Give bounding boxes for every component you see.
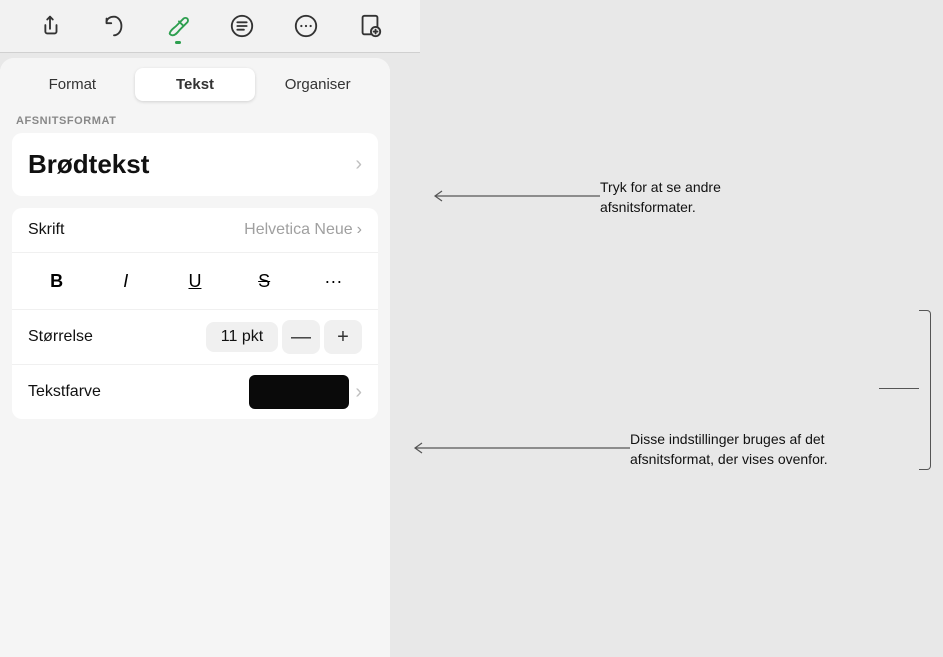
- callout1-text: Tryk for at se andre afsnitsformater.: [600, 178, 800, 217]
- font-label: Skrift: [28, 221, 64, 239]
- size-controls: 11 pkt — +: [206, 320, 362, 354]
- size-label: Størrelse: [28, 328, 93, 346]
- more-icon[interactable]: [290, 10, 322, 42]
- tab-bar: Format Tekst Organiser: [0, 58, 390, 101]
- settings-box: Skrift Helvetica Neue › B I U S ··· Stør…: [12, 208, 378, 419]
- strikethrough-button[interactable]: S: [246, 263, 282, 299]
- paragraph-format-box[interactable]: Brødtekst ›: [12, 133, 378, 196]
- settings-bracket: [919, 310, 931, 470]
- share-icon[interactable]: [34, 10, 66, 42]
- font-name: Helvetica Neue: [244, 221, 353, 239]
- size-row: Størrelse 11 pkt — +: [12, 310, 378, 365]
- side-panel: Format Tekst Organiser AFSNITSFORMAT Brø…: [0, 58, 390, 657]
- size-increase-button[interactable]: +: [324, 320, 362, 354]
- callout1-container: Tryk for at se andre afsnitsformater.: [600, 178, 800, 217]
- font-row[interactable]: Skrift Helvetica Neue ›: [12, 208, 378, 253]
- paragraph-name: Brødtekst: [28, 149, 149, 180]
- bracket-callout-line: [879, 388, 919, 389]
- tab-format[interactable]: Format: [12, 68, 133, 101]
- color-chevron-icon: ›: [355, 381, 362, 404]
- paintbrush-icon[interactable]: [162, 10, 194, 42]
- bold-button[interactable]: B: [39, 263, 75, 299]
- toolbar: [0, 0, 420, 53]
- callout1-arrow: [430, 186, 605, 206]
- size-decrease-button[interactable]: —: [282, 320, 320, 354]
- color-value: ›: [249, 375, 362, 409]
- callout2-arrow: [410, 438, 635, 458]
- italic-button[interactable]: I: [108, 263, 144, 299]
- tab-tekst[interactable]: Tekst: [135, 68, 256, 101]
- tab-organiser[interactable]: Organiser: [257, 68, 378, 101]
- undo-icon[interactable]: [98, 10, 130, 42]
- more-style-button[interactable]: ···: [315, 263, 351, 299]
- callout2-text: Disse indstillinger bruges af det afsnit…: [630, 430, 840, 469]
- style-row: B I U S ···: [12, 253, 378, 310]
- document-icon[interactable]: [354, 10, 386, 42]
- color-label: Tekstfarve: [28, 383, 101, 401]
- color-row[interactable]: Tekstfarve ›: [12, 365, 378, 419]
- font-chevron-icon: ›: [357, 221, 362, 239]
- list-icon[interactable]: [226, 10, 258, 42]
- panel-container: Format Tekst Organiser AFSNITSFORMAT Brø…: [0, 0, 943, 657]
- font-value: Helvetica Neue ›: [244, 221, 362, 239]
- color-swatch[interactable]: [249, 375, 349, 409]
- underline-button[interactable]: U: [177, 263, 213, 299]
- size-value: 11 pkt: [206, 322, 278, 352]
- section-label: AFSNITSFORMAT: [0, 101, 390, 133]
- paragraph-chevron-icon: ›: [355, 153, 362, 176]
- callout2-container: Disse indstillinger bruges af det afsnit…: [630, 430, 840, 469]
